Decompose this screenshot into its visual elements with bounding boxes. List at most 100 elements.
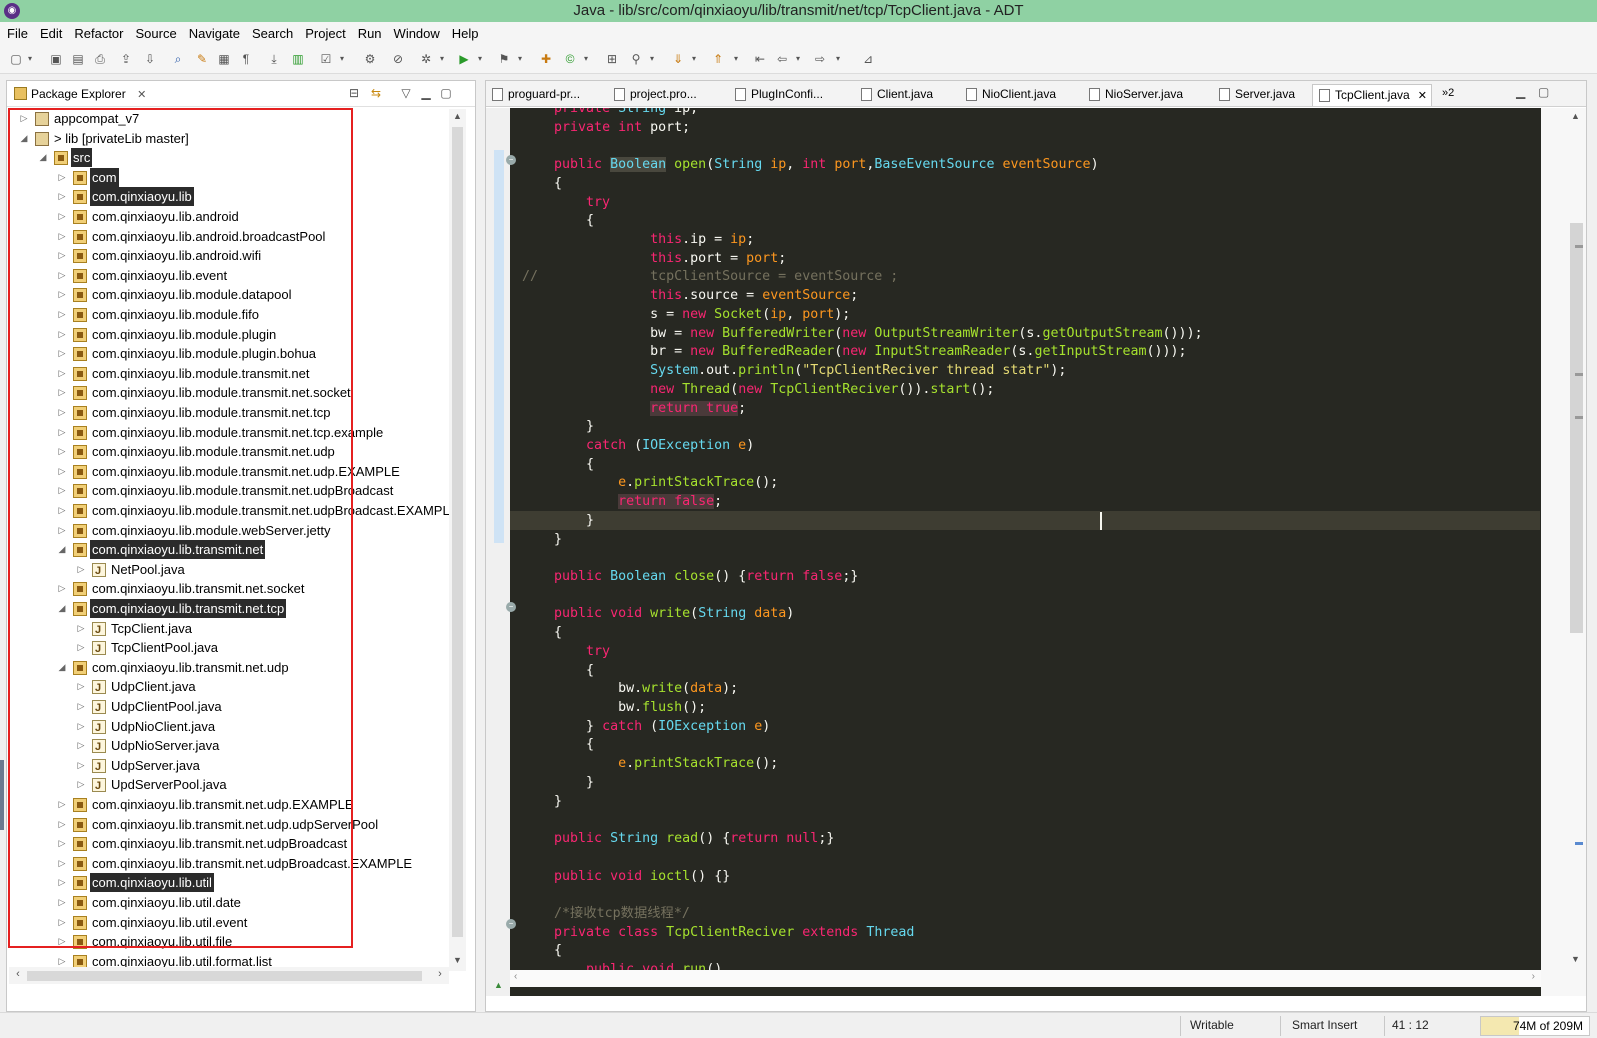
collapsed-arrow-icon[interactable]: ▷ — [57, 187, 67, 206]
prev-edit-icon[interactable]: ⇑ — [710, 51, 726, 67]
open-task-dropdown-icon[interactable]: ▾ — [648, 51, 656, 67]
new-class-dropdown-icon[interactable]: ▾ — [582, 51, 590, 67]
tree-item[interactable]: ▷ com.qinxiaoyu.lib.event — [9, 266, 449, 286]
task-icon[interactable]: ☑ — [318, 51, 334, 67]
pin-editor-icon[interactable]: ⊿ — [860, 51, 876, 67]
tree-item[interactable]: ▷ com.qinxiaoyu.lib.util.date — [9, 893, 449, 913]
open-type-icon[interactable]: ⊞ — [604, 51, 620, 67]
menu-window[interactable]: Window — [388, 22, 446, 44]
collapsed-arrow-icon[interactable]: ▷ — [76, 638, 86, 657]
overview-mark[interactable] — [1575, 416, 1583, 419]
scroll-up-icon[interactable]: ▲ — [1571, 111, 1580, 121]
tree-item[interactable]: ▷ NetPool.java — [9, 560, 449, 581]
editor-tab[interactable]: PlugInConfi... — [729, 84, 851, 106]
editor-tab[interactable]: NioServer.java — [1083, 84, 1209, 106]
tree-vertical-scrollbar[interactable]: ▲ ▼ — [449, 109, 466, 971]
sdk-manager-icon[interactable]: ▥ — [290, 51, 306, 67]
collapsed-arrow-icon[interactable]: ▷ — [57, 305, 67, 324]
tree-item[interactable]: ▷ TcpClient.java — [9, 619, 449, 640]
run-dropdown-icon[interactable]: ▾ — [476, 51, 484, 67]
scroll-down-icon[interactable]: ▼ — [451, 955, 464, 969]
tree-item[interactable]: ▷ com.qinxiaoyu.lib.util.file — [9, 932, 449, 952]
tree-item[interactable]: ◢ com.qinxiaoyu.lib.transmit.net.udp — [9, 658, 449, 678]
editor-tab[interactable]: TcpClient.java ✕ — [1312, 84, 1432, 106]
menu-search[interactable]: Search — [246, 22, 299, 44]
collapsed-arrow-icon[interactable]: ▷ — [57, 521, 67, 540]
collapsed-arrow-icon[interactable]: ▷ — [57, 579, 67, 598]
collapsed-arrow-icon[interactable]: ▷ — [57, 344, 67, 363]
collapsed-arrow-icon[interactable]: ▷ — [19, 109, 29, 128]
collapsed-arrow-icon[interactable]: ▷ — [57, 795, 67, 814]
menu-source[interactable]: Source — [130, 22, 183, 44]
maximize-icon[interactable]: ▢ — [439, 86, 453, 100]
maximize-icon[interactable]: ▢ — [1538, 85, 1549, 99]
export-icon[interactable]: ⇪ — [118, 51, 134, 67]
menu-project[interactable]: Project — [299, 22, 351, 44]
collapsed-arrow-icon[interactable]: ▷ — [57, 854, 67, 873]
collapsed-arrow-icon[interactable]: ▷ — [57, 481, 67, 500]
skip-breakpoints-icon[interactable]: ⊘ — [390, 51, 406, 67]
collapsed-arrow-icon[interactable]: ▷ — [57, 442, 67, 461]
collapsed-arrow-icon[interactable]: ▷ — [76, 619, 86, 638]
tree-item[interactable]: ▷ UdpServer.java — [9, 756, 449, 777]
expanded-arrow-icon[interactable]: ◢ — [57, 658, 67, 677]
tree-item[interactable]: ◢ com.qinxiaoyu.lib.transmit.net — [9, 540, 449, 560]
editor-tab[interactable]: Client.java — [855, 84, 957, 106]
collapsed-arrow-icon[interactable]: ▷ — [57, 325, 67, 344]
task-dropdown-icon[interactable]: ▾ — [338, 51, 346, 67]
external-tools-dropdown-icon[interactable]: ▾ — [516, 51, 524, 67]
save-icon[interactable]: ▣ — [48, 51, 64, 67]
expanded-arrow-icon[interactable]: ◢ — [57, 540, 67, 559]
tree-item[interactable]: ▷ UdpClient.java — [9, 677, 449, 698]
tree-item[interactable]: ▷ com.qinxiaoyu.lib.module.transmit.net.u… — [9, 462, 449, 482]
collapsed-arrow-icon[interactable]: ▷ — [76, 717, 86, 736]
next-edit-dropdown-icon[interactable]: ▾ — [690, 51, 698, 67]
external-tools-icon[interactable]: ⚑ — [496, 51, 512, 67]
debug-dropdown-icon[interactable]: ▾ — [438, 51, 446, 67]
tree-item[interactable]: ▷ com — [9, 167, 449, 188]
menu-help[interactable]: Help — [446, 22, 485, 44]
fold-toggle-icon[interactable]: − — [506, 602, 516, 612]
scroll-right-icon[interactable]: › — [1532, 971, 1535, 982]
collapsed-arrow-icon[interactable]: ▷ — [57, 932, 67, 951]
tree-item[interactable]: ▷ com.qinxiaoyu.lib.module.plugin.bohua — [9, 344, 449, 364]
collapsed-arrow-icon[interactable]: ▷ — [57, 462, 67, 481]
menu-file[interactable]: File — [0, 22, 34, 44]
collapsed-arrow-icon[interactable]: ▷ — [57, 246, 67, 265]
overview-mark[interactable] — [1575, 842, 1583, 845]
collapsed-arrow-icon[interactable]: ▷ — [76, 677, 86, 696]
tree-item[interactable]: ▷ TcpClientPool.java — [9, 638, 449, 659]
new-class-icon[interactable]: © — [562, 51, 578, 67]
build-icon[interactable]: ⚙ — [362, 51, 378, 67]
view-menu-icon[interactable]: ▽ — [399, 86, 413, 100]
editor-tab[interactable]: project.pro... — [608, 84, 726, 106]
next-edit-icon[interactable]: ⇓ — [670, 51, 686, 67]
collapsed-arrow-icon[interactable]: ▷ — [57, 168, 67, 187]
menu-navigate[interactable]: Navigate — [183, 22, 246, 44]
code-editor[interactable]: − − − ▲ private String ip; private int p… — [486, 108, 1541, 996]
collapsed-arrow-icon[interactable]: ▷ — [57, 834, 67, 853]
collapsed-arrow-icon[interactable]: ▷ — [57, 266, 67, 285]
prev-edit-dropdown-icon[interactable]: ▾ — [732, 51, 740, 67]
tree-item[interactable]: ▷ com.qinxiaoyu.lib.module.transmit.net — [9, 364, 449, 384]
close-icon[interactable]: ✕ — [1418, 90, 1427, 102]
last-edit-icon[interactable]: ⇤ — [752, 51, 768, 67]
link-with-editor-icon[interactable]: ⇆ — [369, 86, 383, 100]
tree-item[interactable]: ▷ com.qinxiaoyu.lib.transmit.net.udp.EXAM… — [9, 795, 449, 815]
tree-item[interactable]: ▷ com.qinxiaoyu.lib.transmit.net.udpBroad… — [9, 834, 449, 854]
minimize-icon[interactable]: ▁ — [419, 86, 433, 100]
block-select-icon[interactable]: ▦ — [216, 51, 232, 67]
tree-item[interactable]: ▷ com.qinxiaoyu.lib.util — [9, 873, 449, 893]
overview-mark[interactable] — [1575, 245, 1583, 248]
scroll-right-icon[interactable]: › — [433, 968, 447, 982]
scroll-left-icon[interactable]: ‹ — [11, 968, 25, 982]
tree-vertical-scroll-thumb[interactable] — [452, 127, 463, 937]
tree-item[interactable]: ▷ UdpNioClient.java — [9, 717, 449, 738]
tree-item[interactable]: ◢ src — [9, 148, 449, 168]
scroll-up-icon[interactable]: ▲ — [451, 111, 464, 125]
import-icon[interactable]: ⇩ — [142, 51, 158, 67]
tree-item[interactable]: ▷ com.qinxiaoyu.lib.module.transmit.net.u… — [9, 442, 449, 462]
scroll-left-icon[interactable]: ‹ — [514, 971, 517, 982]
tree-item[interactable]: ▷ com.qinxiaoyu.lib.transmit.net.udp.udpS… — [9, 815, 449, 835]
collapsed-arrow-icon[interactable]: ▷ — [57, 873, 67, 892]
